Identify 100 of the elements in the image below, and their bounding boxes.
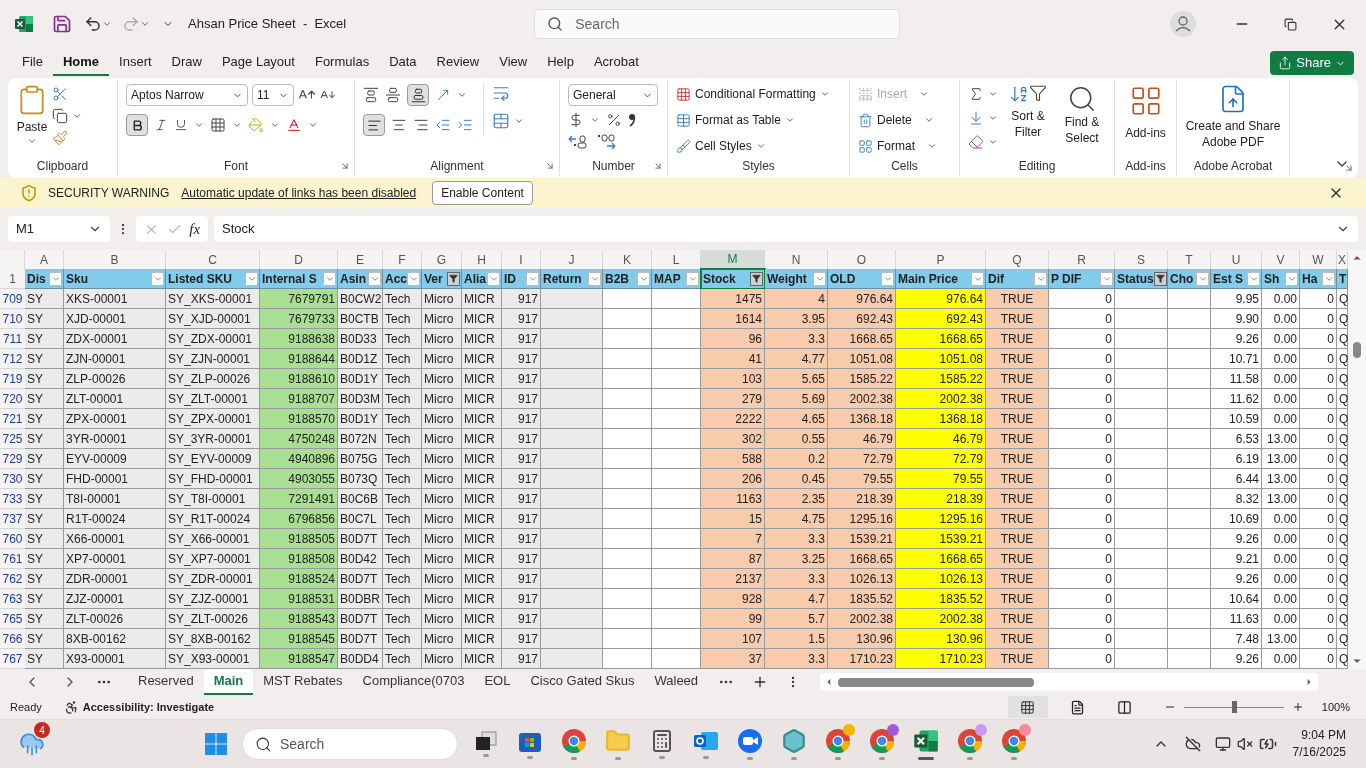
task-view-icon[interactable] <box>475 731 497 751</box>
styles-menu-button[interactable]: Conditional Formatting <box>676 84 830 104</box>
font-name-field[interactable]: Aptos Narrow <box>126 84 248 106</box>
page-layout-icon[interactable] <box>1069 699 1085 715</box>
calculator-icon[interactable] <box>650 729 674 753</box>
styles-menu-button[interactable]: Format as Table <box>676 110 830 130</box>
row-number[interactable]: 762 <box>0 569 25 589</box>
ribbon-tab[interactable]: File <box>12 50 53 76</box>
ribbon-tab[interactable]: Insert <box>109 50 162 76</box>
row-number[interactable]: 730 <box>0 469 25 489</box>
zoom-percent[interactable]: 100% <box>1321 698 1350 716</box>
accessibility-icon[interactable] <box>63 699 79 715</box>
cloud-icon[interactable] <box>1184 736 1201 752</box>
volume-muted-icon[interactable] <box>1236 736 1253 752</box>
row-number[interactable]: 720 <box>0 389 25 409</box>
windows-start-icon[interactable] <box>204 732 228 756</box>
outlook-icon[interactable] <box>693 729 719 753</box>
orientation-icon[interactable] <box>435 87 451 103</box>
wrap-text-icon[interactable] <box>492 84 510 102</box>
ribbon-tab[interactable]: Home <box>52 50 110 76</box>
row-number[interactable]: 711 <box>0 329 25 349</box>
row-number[interactable]: 710 <box>0 309 25 329</box>
clear-icon[interactable] <box>968 134 984 150</box>
italic-icon[interactable] <box>154 118 168 132</box>
row-number[interactable]: 729 <box>0 449 25 469</box>
currency-icon[interactable] <box>568 112 584 128</box>
dialog-launcher-icon[interactable] <box>1344 163 1354 173</box>
row-number[interactable]: 765 <box>0 609 25 629</box>
excel-logo[interactable] <box>14 14 34 34</box>
table-header-cell[interactable]: Ver <box>422 269 462 289</box>
account-avatar[interactable] <box>1170 11 1196 37</box>
sheet-tab[interactable]: Reserved <box>128 669 204 695</box>
number-format-field[interactable]: General <box>568 84 658 106</box>
sort-filter-button[interactable]: Sort & Filter <box>1004 84 1052 150</box>
table-header-cell[interactable]: Stock <box>701 269 765 289</box>
warning-link[interactable]: Automatic update of links has been disabled <box>181 184 417 202</box>
share-button[interactable]: Share <box>1270 51 1354 75</box>
grid-icon[interactable] <box>1020 699 1036 715</box>
row-number[interactable]: 760 <box>0 529 25 549</box>
restore-icon[interactable] <box>1284 17 1297 31</box>
dialog-launcher-icon[interactable] <box>653 161 663 171</box>
fill-icon[interactable] <box>968 110 984 126</box>
cut-icon[interactable] <box>52 86 68 102</box>
insert-function-icon[interactable]: fx <box>189 217 201 241</box>
ribbon-tab[interactable]: View <box>489 50 538 76</box>
font-color-icon[interactable] <box>286 117 302 133</box>
row-number[interactable]: 766 <box>0 629 25 649</box>
align-center-icon[interactable] <box>391 117 407 133</box>
sheet-tab[interactable]: Compliance(0703 <box>352 669 475 695</box>
sheet-tab[interactable]: Cisco Gated Skus <box>520 669 645 695</box>
row-number[interactable]: 761 <box>0 549 25 569</box>
ribbon-tab[interactable]: Acrobat <box>583 50 649 76</box>
scroll-thumb[interactable] <box>838 677 1035 687</box>
percent-icon[interactable] <box>606 112 622 128</box>
ribbon-tab[interactable]: Data <box>379 50 427 76</box>
align-right-icon[interactable] <box>413 117 429 133</box>
excel-icon[interactable] <box>913 728 939 754</box>
ribbon-tab[interactable]: Page Layout <box>211 50 305 76</box>
ribbon-tab[interactable]: Review <box>426 50 490 76</box>
name-box[interactable]: M1 <box>8 216 110 242</box>
copy-icon[interactable] <box>52 108 68 124</box>
decrease-indent-icon[interactable] <box>435 117 451 133</box>
ribbon-tab[interactable]: Formulas <box>304 50 380 76</box>
font-size-field[interactable]: 11 <box>252 84 294 106</box>
network-icon[interactable] <box>1214 736 1231 752</box>
undo-icon[interactable] <box>84 15 102 33</box>
borders-icon[interactable] <box>210 117 226 133</box>
create-pdf-button[interactable]: Create and Share Adobe PDF <box>1181 84 1285 150</box>
enable-content-button[interactable]: Enable Content <box>432 181 533 205</box>
middle-align-icon[interactable] <box>385 87 401 103</box>
dialog-launcher-icon[interactable] <box>340 161 350 171</box>
taskbar-search-field[interactable]: Search <box>242 728 458 760</box>
brush-icon[interactable] <box>676 138 691 154</box>
add-ins-button[interactable]: Add-ins <box>1119 84 1172 142</box>
row-number[interactable]: 767 <box>0 649 25 669</box>
row-number[interactable]: 1 <box>0 269 25 289</box>
format-cells-icon[interactable] <box>858 138 873 154</box>
paste-label[interactable]: Paste <box>16 118 48 136</box>
sheet-tab[interactable]: MST Rebates <box>253 669 353 695</box>
formula-field[interactable]: Stock <box>214 216 1358 242</box>
row-number[interactable]: 709 <box>0 289 25 309</box>
fill-color-icon[interactable] <box>248 117 264 133</box>
format-painter-icon[interactable] <box>52 130 68 146</box>
sort-icon[interactable] <box>1009 84 1029 104</box>
table-icon[interactable] <box>676 112 691 128</box>
autosum-icon[interactable] <box>968 86 984 102</box>
save-icon[interactable] <box>52 14 72 34</box>
sheet-tab[interactable]: Main <box>203 669 254 695</box>
hexagon-icon[interactable] <box>781 728 807 754</box>
search-icon[interactable] <box>1067 84 1097 114</box>
column-header[interactable]: M <box>701 250 765 270</box>
ribbon-tab[interactable]: Help <box>537 50 584 76</box>
conditional-format-icon[interactable] <box>676 86 691 102</box>
share-icon[interactable] <box>1278 56 1293 70</box>
accessibility-status[interactable]: Accessibility: Investigate <box>82 698 215 716</box>
zoom-app-icon[interactable] <box>737 728 763 754</box>
clock[interactable]: 9:04 PM 7/16/2025 <box>1292 727 1346 761</box>
row-number[interactable]: 712 <box>0 349 25 369</box>
chrome-icon[interactable] <box>561 728 587 754</box>
slider-thumb[interactable] <box>1231 701 1237 713</box>
